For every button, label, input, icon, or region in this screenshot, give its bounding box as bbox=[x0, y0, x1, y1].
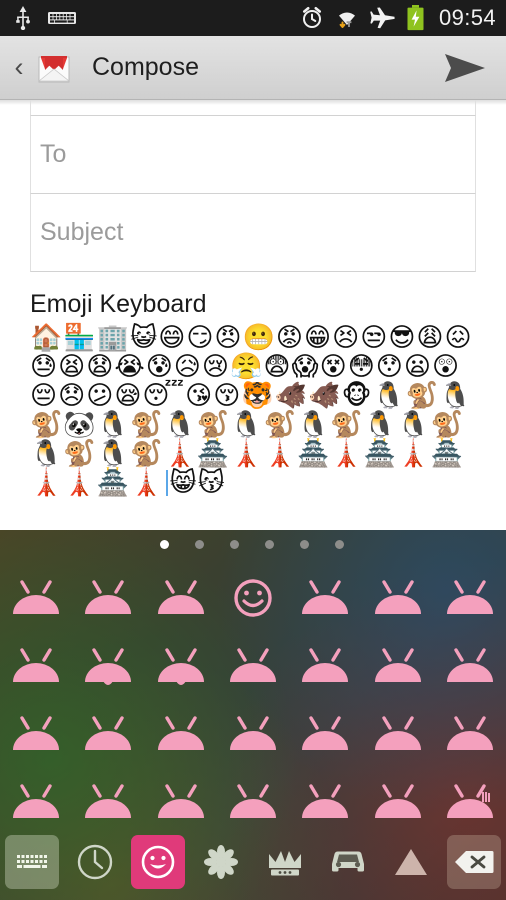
android-screen: 09:54 ‹ Compose To Subject Emoji Keyboar… bbox=[0, 0, 506, 900]
backspace-button[interactable] bbox=[443, 824, 506, 900]
alarm-clock-icon bbox=[302, 6, 321, 28]
emoji-angry[interactable] bbox=[145, 700, 217, 768]
page-indicator bbox=[0, 530, 506, 558]
keyboard-switch-button[interactable] bbox=[0, 824, 63, 900]
symbols-category-button[interactable] bbox=[380, 824, 443, 900]
to-field[interactable]: To bbox=[30, 116, 476, 194]
page-dot-1[interactable] bbox=[160, 539, 169, 549]
status-bar-clock: 09:54 bbox=[438, 5, 496, 30]
emoji-nervous-grin[interactable] bbox=[289, 700, 361, 768]
emoji-heart-eyes[interactable] bbox=[361, 564, 433, 632]
body-emoji-after-caret: 😸😽 bbox=[169, 468, 226, 498]
text-caret bbox=[165, 470, 168, 496]
places-category-button[interactable] bbox=[316, 824, 379, 900]
emoji-content[interactable] bbox=[434, 632, 506, 700]
page-dot-6[interactable] bbox=[335, 539, 344, 549]
status-bar: 09:54 bbox=[0, 0, 506, 36]
back-button[interactable]: ‹ bbox=[6, 54, 32, 81]
smileys-category-button[interactable] bbox=[127, 824, 190, 900]
backspace-icon bbox=[455, 851, 494, 873]
emoji-unamused[interactable] bbox=[0, 700, 72, 768]
compose-form: To Subject Emoji Keyboard 🏠🏪🏢😺😄😏😠😬😡😁😣😒😎😩… bbox=[0, 100, 506, 530]
status-bar-left bbox=[14, 6, 76, 30]
body-text: Emoji Keyboard bbox=[30, 290, 207, 318]
emoji-row bbox=[0, 632, 506, 700]
usb-icon bbox=[16, 6, 30, 30]
emoji-category-toolbar bbox=[0, 824, 506, 900]
emoji-grid bbox=[0, 558, 506, 836]
emoji-worried-sweat[interactable] bbox=[217, 700, 289, 768]
emoji-row bbox=[0, 700, 506, 768]
send-button[interactable] bbox=[442, 48, 488, 88]
emoji-smile[interactable] bbox=[145, 564, 217, 632]
body-emoji-content: 🏠🏪🏢😺😄😏😠😬😡😁😣😒😎😩😖😓😫😧😭😰😥😢😤😨😱😵😳😯😦😲😔😞😕😪😴😘😚🐯🐗🐗… bbox=[30, 324, 476, 498]
to-field-placeholder: To bbox=[40, 140, 67, 168]
page-dot-5[interactable] bbox=[300, 539, 309, 549]
emoji-blush-grimace[interactable] bbox=[217, 632, 289, 700]
emoji-big-grin-teeth[interactable] bbox=[289, 632, 361, 700]
emoji-sweat-smile[interactable] bbox=[434, 700, 506, 768]
emoji-wink[interactable] bbox=[289, 564, 361, 632]
smiley-icon bbox=[141, 845, 175, 879]
page-dot-2[interactable] bbox=[195, 539, 204, 549]
emoji-tongue-squint[interactable] bbox=[145, 632, 217, 700]
body-emoji-before-caret: 🏠🏪🏢😺😄😏😠😬😡😁😣😒😎😩😖😓😫😧😭😰😥😢😤😨😱😵😳😯😦😲😔😞😕😪😴😘😚🐯🐗🐗… bbox=[30, 323, 473, 498]
emoji-keyboard-panel bbox=[0, 530, 506, 900]
crown-icon bbox=[268, 851, 301, 876]
emoji-heart-mouth[interactable] bbox=[434, 564, 506, 632]
clock-icon bbox=[77, 844, 113, 880]
send-icon bbox=[445, 53, 485, 82]
emoji-tongue-wink[interactable] bbox=[72, 632, 144, 700]
emoji-open-smile[interactable] bbox=[72, 564, 144, 632]
keyboard-icon bbox=[16, 855, 47, 868]
flower-icon bbox=[204, 845, 239, 879]
emoji-crying[interactable] bbox=[361, 700, 433, 768]
airplane-mode-icon bbox=[370, 7, 395, 29]
status-bar-right: 09:54 bbox=[300, 5, 496, 31]
page-dot-3[interactable] bbox=[230, 539, 239, 549]
emoji-heart-mouth-closed-eyes[interactable] bbox=[0, 632, 72, 700]
gmail-envelope-icon[interactable] bbox=[32, 48, 76, 88]
subject-field-placeholder: Subject bbox=[40, 218, 124, 246]
battery-charging-icon bbox=[407, 5, 424, 31]
action-bar: ‹ Compose bbox=[0, 36, 506, 100]
body-field[interactable]: Emoji Keyboard 🏠🏪🏢😺😄😏😠😬😡😁😣😒😎😩😖😓😫😧😭😰😥😢😤😨😱… bbox=[30, 290, 476, 498]
recent-emoji-button[interactable] bbox=[63, 824, 126, 900]
emoji-grin-closed-eyes[interactable] bbox=[0, 564, 72, 632]
emoji-row bbox=[0, 564, 506, 632]
objects-category-button[interactable] bbox=[253, 824, 316, 900]
emoji-frown[interactable] bbox=[72, 700, 144, 768]
subject-field[interactable]: Subject bbox=[30, 194, 476, 272]
page-dot-4[interactable] bbox=[265, 539, 274, 549]
triangle-icon bbox=[395, 849, 428, 875]
emoji-circle-smiley[interactable] bbox=[217, 564, 289, 632]
nature-category-button[interactable] bbox=[190, 824, 253, 900]
emoji-sleepy[interactable] bbox=[361, 632, 433, 700]
keyboard-icon bbox=[48, 12, 76, 24]
from-field[interactable] bbox=[30, 100, 476, 116]
wifi-download-icon bbox=[338, 12, 355, 28]
page-title: Compose bbox=[92, 53, 199, 81]
car-icon bbox=[331, 851, 364, 872]
